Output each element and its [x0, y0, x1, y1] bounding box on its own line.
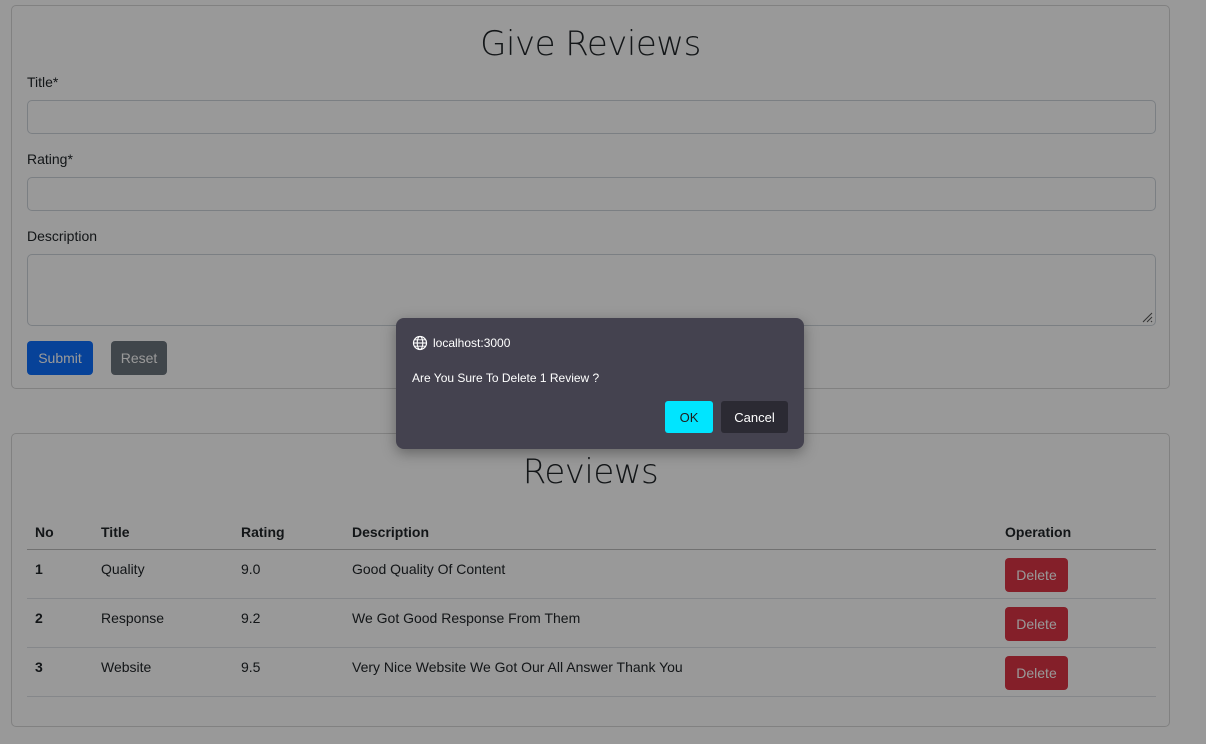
dialog-origin: localhost:3000 — [412, 335, 510, 351]
globe-icon — [412, 335, 428, 351]
confirm-dialog: localhost:3000 Are You Sure To Delete 1 … — [396, 318, 804, 449]
ok-button[interactable]: OK — [665, 401, 713, 433]
cancel-button[interactable]: Cancel — [721, 401, 788, 433]
dialog-origin-text: localhost:3000 — [433, 336, 511, 350]
dialog-message: Are You Sure To Delete 1 Review ? — [412, 371, 600, 385]
page: Give Reviews Title* Rating* Description … — [0, 0, 1206, 744]
